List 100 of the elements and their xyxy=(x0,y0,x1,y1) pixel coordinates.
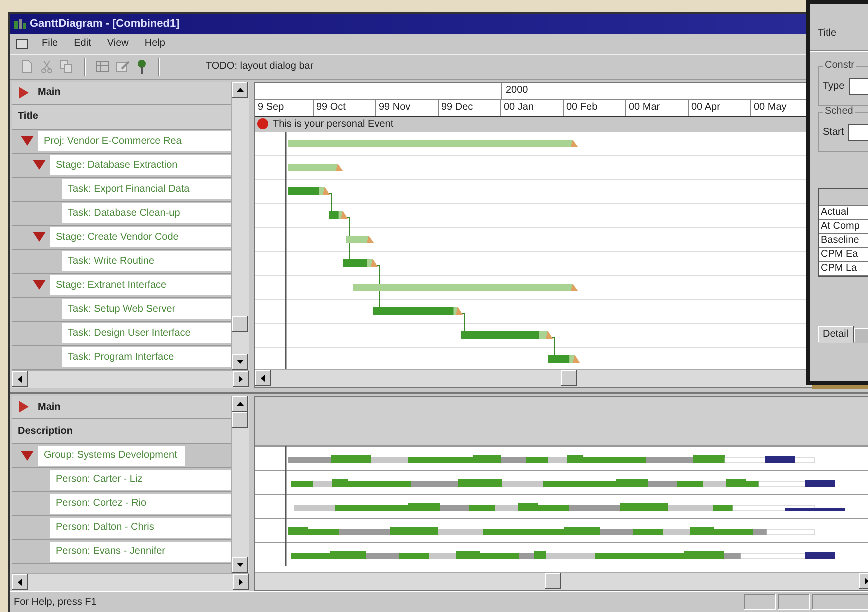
scroll-left-button[interactable] xyxy=(255,370,271,386)
month-label: 99 Oct xyxy=(314,100,376,116)
dependency-line xyxy=(460,313,466,332)
collapse-icon[interactable] xyxy=(32,279,46,292)
year-label: 2000 xyxy=(501,82,528,99)
dependency-line xyxy=(346,217,350,260)
list-row[interactable]: Actual xyxy=(819,206,868,220)
status-text: For Help, press F1 xyxy=(14,596,98,608)
collapse-icon[interactable] xyxy=(32,159,46,172)
scroll-thumb[interactable] xyxy=(561,370,577,386)
column-header[interactable]: Title xyxy=(12,104,231,130)
field-label: Title xyxy=(818,28,838,41)
menu-item[interactable]: Help xyxy=(142,37,168,50)
dialog-bar-text: TODO: layout dialog bar xyxy=(206,61,314,72)
task-bar[interactable] xyxy=(329,210,348,219)
tree-item[interactable]: Task: Write Routine xyxy=(62,251,231,272)
list-row[interactable]: CPM La xyxy=(819,262,868,276)
list-box[interactable]: Actual At Comp Baseline CPM Ea CPM La xyxy=(818,188,868,277)
event-label: This is your personal Event xyxy=(273,118,394,130)
tree-item[interactable]: Task: Setup Web Server xyxy=(62,299,231,320)
month-label: 00 Mar xyxy=(626,100,688,116)
left-arrow-icon xyxy=(261,374,265,382)
up-arrow-icon xyxy=(236,402,244,406)
flag-icon xyxy=(18,86,30,99)
tree-item[interactable]: Task: Export Financial Data xyxy=(62,179,231,200)
menu-item[interactable]: View xyxy=(105,37,131,50)
pin-icon[interactable] xyxy=(136,58,148,75)
tab[interactable] xyxy=(854,328,868,343)
tree-item[interactable]: Group: Systems Development xyxy=(38,446,186,466)
scroll-up-button[interactable] xyxy=(232,396,248,412)
list-row[interactable]: At Comp xyxy=(819,220,868,234)
tree-item[interactable]: Stage: Extranet Interface xyxy=(50,275,231,296)
horizontal-scrollbar[interactable] xyxy=(12,573,249,592)
vertical-scrollbar[interactable] xyxy=(231,82,249,370)
task-bar[interactable] xyxy=(343,258,378,267)
edit-icon[interactable] xyxy=(116,60,130,74)
down-arrow-icon xyxy=(236,360,244,364)
right-arrow-icon xyxy=(239,376,243,383)
scroll-right-button[interactable] xyxy=(233,371,249,388)
tree-item[interactable]: Person: Evans - Jennifer xyxy=(50,542,231,562)
status-panel xyxy=(778,594,810,610)
month-label: 99 Nov xyxy=(376,100,438,116)
flag-icon xyxy=(18,401,30,414)
tree-item[interactable]: Person: Carter - Liz xyxy=(50,470,231,490)
field-label: Type xyxy=(823,80,845,92)
collapse-icon[interactable] xyxy=(20,135,34,148)
dependency-line xyxy=(328,193,332,212)
scroll-thumb[interactable] xyxy=(232,316,248,332)
month-label: 99 Dec xyxy=(438,100,501,116)
app-icon xyxy=(14,18,26,29)
document-icon[interactable] xyxy=(16,38,28,49)
column-header[interactable]: Description xyxy=(12,419,231,444)
status-panel xyxy=(744,594,776,610)
menu-item[interactable]: File xyxy=(40,37,60,50)
group-title: Main xyxy=(38,87,61,98)
group-title: Main xyxy=(38,402,61,413)
right-arrow-icon xyxy=(239,578,243,586)
tree-item[interactable]: Stage: Create Vendor Code xyxy=(50,227,231,248)
scroll-down-button[interactable] xyxy=(232,354,248,370)
vertical-scrollbar[interactable] xyxy=(231,396,249,574)
menu-item[interactable]: Edit xyxy=(72,37,94,50)
right-arrow-icon xyxy=(865,578,868,585)
month-label: 00 Apr xyxy=(688,100,751,116)
horizontal-scrollbar[interactable] xyxy=(12,370,249,388)
tree-item[interactable]: Task: Program Interface xyxy=(62,347,231,368)
tree-item[interactable]: Person: Cortez - Rio xyxy=(50,494,231,514)
list-row[interactable]: Baseline xyxy=(819,234,868,248)
event-icon xyxy=(257,118,269,130)
field-label: Start xyxy=(823,126,844,138)
tree-item[interactable]: Task: Database Clean-up xyxy=(62,203,231,224)
tab[interactable]: Detail xyxy=(818,326,854,343)
tree-item[interactable]: Task: Design User Interface xyxy=(62,323,231,344)
group-caption: Constr xyxy=(823,60,856,71)
month-label: 9 Sep xyxy=(255,100,314,116)
scroll-left-button[interactable] xyxy=(12,371,28,388)
down-arrow-icon xyxy=(236,563,244,568)
scroll-down-button[interactable] xyxy=(232,557,248,574)
status-panel xyxy=(812,594,868,610)
task-bar[interactable] xyxy=(288,186,330,195)
task-bar[interactable] xyxy=(461,330,553,339)
scroll-thumb[interactable] xyxy=(232,412,248,428)
collapse-icon[interactable] xyxy=(20,450,34,462)
tree-item[interactable]: Proj: Vendor E-Commerce Rea xyxy=(38,131,231,152)
tree-item[interactable]: Stage: Database Extraction xyxy=(50,155,231,176)
horizontal-scrollbar[interactable] xyxy=(255,572,868,590)
month-label: 00 Feb xyxy=(564,100,626,116)
month-label: 00 Jan xyxy=(501,100,564,116)
scroll-left-button[interactable] xyxy=(12,574,28,590)
group-caption: Sched xyxy=(823,106,856,117)
task-bar[interactable] xyxy=(373,306,463,315)
scroll-thumb[interactable] xyxy=(545,573,561,590)
task-bar[interactable] xyxy=(548,354,580,363)
dependency-line xyxy=(376,265,380,308)
scroll-up-button[interactable] xyxy=(232,82,248,98)
left-arrow-icon xyxy=(18,376,22,383)
tree-item[interactable]: Person: Dalton - Chris xyxy=(50,518,231,538)
collapse-icon[interactable] xyxy=(32,231,46,244)
up-arrow-icon xyxy=(236,88,244,92)
scroll-right-button[interactable] xyxy=(233,574,249,590)
list-row[interactable]: CPM Ea xyxy=(819,248,868,262)
